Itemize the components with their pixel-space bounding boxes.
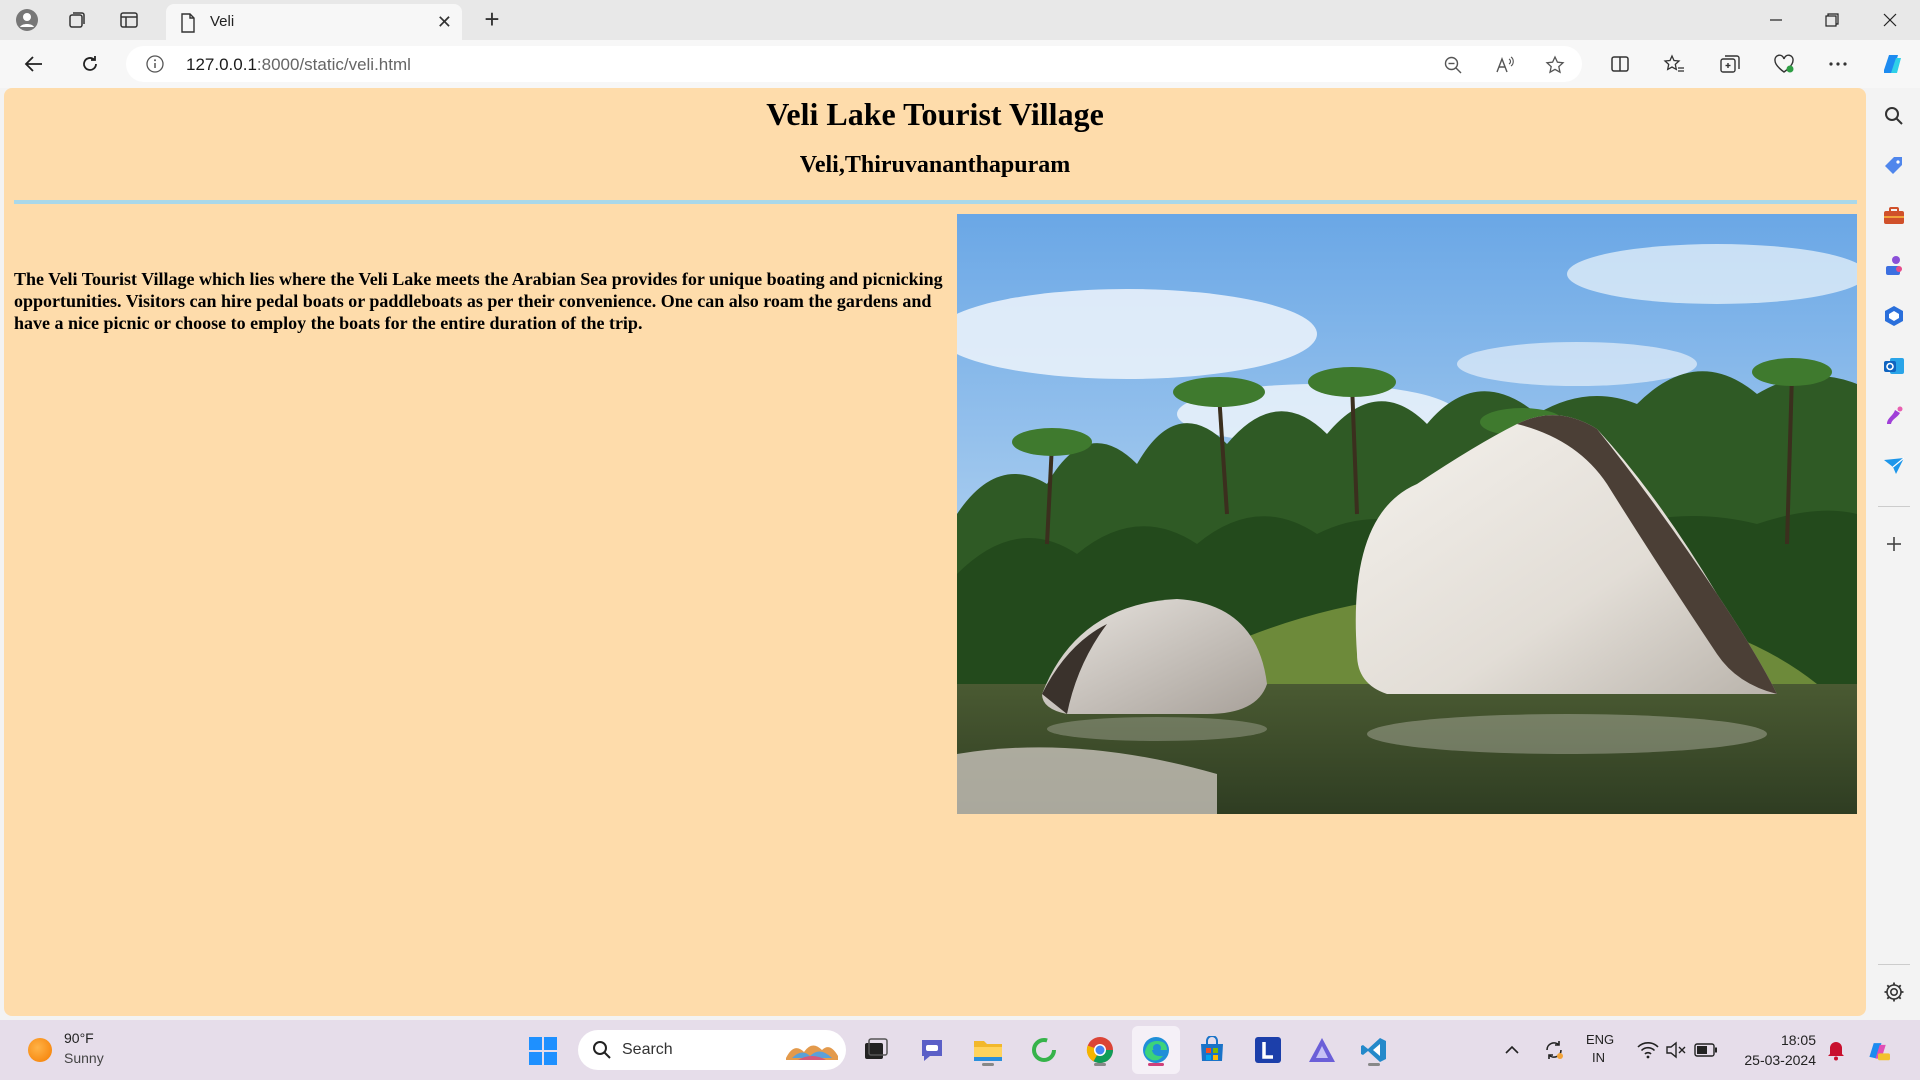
battery-icon[interactable] bbox=[1694, 1038, 1718, 1062]
file-explorer-icon[interactable] bbox=[970, 1032, 1006, 1068]
l-app-icon[interactable] bbox=[1250, 1032, 1286, 1068]
sidebar-divider bbox=[1878, 506, 1910, 507]
microsoft-store-icon[interactable] bbox=[1194, 1032, 1230, 1068]
site-info-icon[interactable] bbox=[146, 55, 164, 78]
profile-icon[interactable] bbox=[12, 6, 42, 34]
taskbar-search-box[interactable]: Search bbox=[578, 1030, 846, 1070]
favorites-icon[interactable] bbox=[1658, 48, 1690, 80]
tab-title: Veli bbox=[210, 13, 235, 30]
copilot-icon[interactable] bbox=[1876, 48, 1908, 80]
taskbar: 90°F Sunny Search ENG IN 18:05 25-03-202… bbox=[0, 1020, 1920, 1080]
language-indicator-bottom[interactable]: IN bbox=[1592, 1050, 1605, 1065]
veli-shell-sculpture-image bbox=[957, 214, 1857, 814]
workspaces-icon[interactable] bbox=[62, 6, 92, 34]
send-icon[interactable] bbox=[1882, 454, 1906, 478]
search-icon[interactable] bbox=[1882, 104, 1906, 128]
chevron-up-icon[interactable] bbox=[1500, 1038, 1524, 1062]
wifi-icon[interactable] bbox=[1636, 1038, 1660, 1062]
description-paragraph: The Veli Tourist Village which lies wher… bbox=[14, 269, 943, 333]
copilot-preview-icon[interactable] bbox=[1866, 1038, 1890, 1062]
search-icon bbox=[592, 1040, 612, 1065]
chrome-icon[interactable] bbox=[1082, 1032, 1118, 1068]
notification-bell-icon[interactable] bbox=[1824, 1038, 1848, 1062]
vertical-tabs-icon[interactable] bbox=[114, 6, 144, 34]
task-view-icon[interactable] bbox=[858, 1032, 894, 1068]
navigation-bar: 127.0.0.1:8000/static/veli.html bbox=[0, 40, 1920, 88]
triangle-app-icon[interactable] bbox=[1304, 1032, 1340, 1068]
designer-icon[interactable] bbox=[1882, 404, 1906, 428]
page-viewport: Veli Lake Tourist Village Veli,Thiruvana… bbox=[4, 88, 1866, 1016]
weather-sun-icon[interactable] bbox=[28, 1038, 52, 1062]
title-bar: Veli ✕ + bbox=[0, 0, 1920, 40]
refresh-circle-app-icon[interactable] bbox=[1026, 1032, 1062, 1068]
page-subtitle: Veli,Thiruvananthapuram bbox=[799, 152, 1071, 178]
close-window-button[interactable] bbox=[1862, 0, 1918, 40]
tools-briefcase-icon[interactable] bbox=[1882, 204, 1906, 228]
collections-icon[interactable] bbox=[1714, 48, 1746, 80]
read-aloud-icon[interactable] bbox=[1494, 54, 1516, 76]
language-indicator-top[interactable]: ENG bbox=[1586, 1032, 1614, 1047]
more-options-icon[interactable] bbox=[1822, 48, 1854, 80]
minimize-button[interactable] bbox=[1748, 0, 1804, 40]
settings-gear-icon[interactable] bbox=[1882, 980, 1906, 1004]
weather-condition[interactable]: Sunny bbox=[64, 1050, 104, 1066]
shopping-tag-icon[interactable] bbox=[1882, 154, 1906, 178]
url-host: 127.0.0.1 bbox=[186, 55, 257, 74]
add-icon[interactable] bbox=[1882, 532, 1906, 556]
weather-temperature[interactable]: 90°F bbox=[64, 1030, 94, 1046]
sync-icon[interactable] bbox=[1542, 1038, 1566, 1062]
restore-button[interactable] bbox=[1804, 0, 1860, 40]
sidebar-divider bbox=[1878, 964, 1910, 965]
address-bar[interactable]: 127.0.0.1:8000/static/veli.html bbox=[126, 46, 1582, 82]
teams-chat-icon[interactable] bbox=[914, 1032, 950, 1068]
search-highlight-art-icon bbox=[784, 1038, 840, 1067]
favorite-star-icon[interactable] bbox=[1544, 54, 1566, 76]
zoom-out-icon[interactable] bbox=[1442, 54, 1464, 76]
browser-essentials-icon[interactable] bbox=[1768, 48, 1800, 80]
edge-icon[interactable] bbox=[1138, 1032, 1174, 1068]
search-label: Search bbox=[622, 1041, 673, 1058]
microsoft-365-icon[interactable] bbox=[1882, 304, 1906, 328]
close-tab-icon[interactable]: ✕ bbox=[437, 12, 452, 33]
clock-date[interactable]: 25-03-2024 bbox=[1736, 1052, 1816, 1068]
volume-muted-icon[interactable] bbox=[1664, 1038, 1688, 1062]
page-title: Veli Lake Tourist Village bbox=[766, 96, 1104, 132]
clock-time[interactable]: 18:05 bbox=[1744, 1032, 1816, 1048]
new-tab-button[interactable]: + bbox=[478, 6, 506, 34]
url-path: :8000/static/veli.html bbox=[256, 55, 411, 74]
horizontal-rule bbox=[14, 200, 1857, 204]
refresh-button[interactable] bbox=[74, 48, 106, 80]
start-windows-icon[interactable] bbox=[528, 1036, 558, 1071]
url-text[interactable]: 127.0.0.1:8000/static/veli.html bbox=[186, 55, 411, 75]
back-button[interactable] bbox=[18, 48, 50, 80]
games-icon[interactable] bbox=[1882, 254, 1906, 278]
document-icon bbox=[180, 13, 196, 38]
vscode-icon[interactable] bbox=[1356, 1032, 1392, 1068]
edge-sidebar bbox=[1868, 88, 1920, 1018]
tab-veli[interactable]: Veli ✕ bbox=[166, 4, 462, 40]
split-screen-icon[interactable] bbox=[1604, 48, 1636, 80]
outlook-icon[interactable] bbox=[1882, 354, 1906, 378]
